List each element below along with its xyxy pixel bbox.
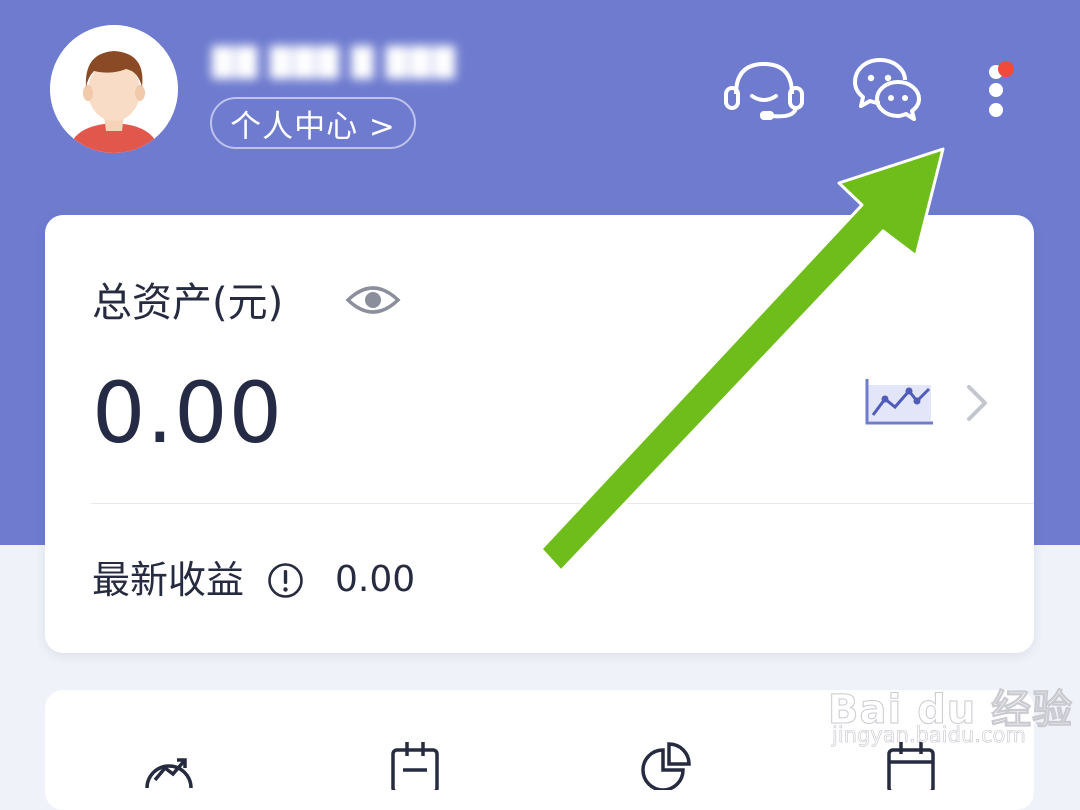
baidu-jingyan-watermark: Bai du 经验 jingyan.baidu.com xyxy=(827,655,1072,755)
avatar[interactable] xyxy=(50,25,178,153)
latest-earnings-value: 0.00 xyxy=(335,559,416,600)
more-icon[interactable] xyxy=(978,58,1018,122)
assets-card[interactable]: 总资产(元) 0.00 最新收益 0.00 xyxy=(45,215,1034,653)
info-icon[interactable] xyxy=(267,562,304,599)
wechat-icon[interactable] xyxy=(852,56,922,122)
total-assets-value: 0.00 xyxy=(92,364,284,462)
pie-chart-icon[interactable] xyxy=(637,740,693,790)
eye-icon[interactable] xyxy=(345,282,401,318)
divider xyxy=(91,503,1034,504)
latest-earnings-label: 最新收益 xyxy=(92,558,245,602)
total-assets-label: 总资产(元) xyxy=(92,280,284,326)
trend-up-icon[interactable] xyxy=(141,740,197,790)
watermark-url: jingyan.baidu.com xyxy=(832,723,1026,748)
username-text: ██ ███ █ ███ xyxy=(212,46,457,79)
notification-dot xyxy=(998,61,1014,77)
chevron-right-icon[interactable] xyxy=(963,383,991,423)
profile-center-button[interactable]: 个人中心 > xyxy=(210,97,416,149)
clipboard-icon[interactable] xyxy=(387,740,443,790)
customer-service-icon[interactable] xyxy=(722,58,806,122)
username: ██ ███ █ ███ xyxy=(212,44,455,82)
avatar-image xyxy=(50,25,178,153)
trend-chart-icon[interactable] xyxy=(863,377,935,427)
